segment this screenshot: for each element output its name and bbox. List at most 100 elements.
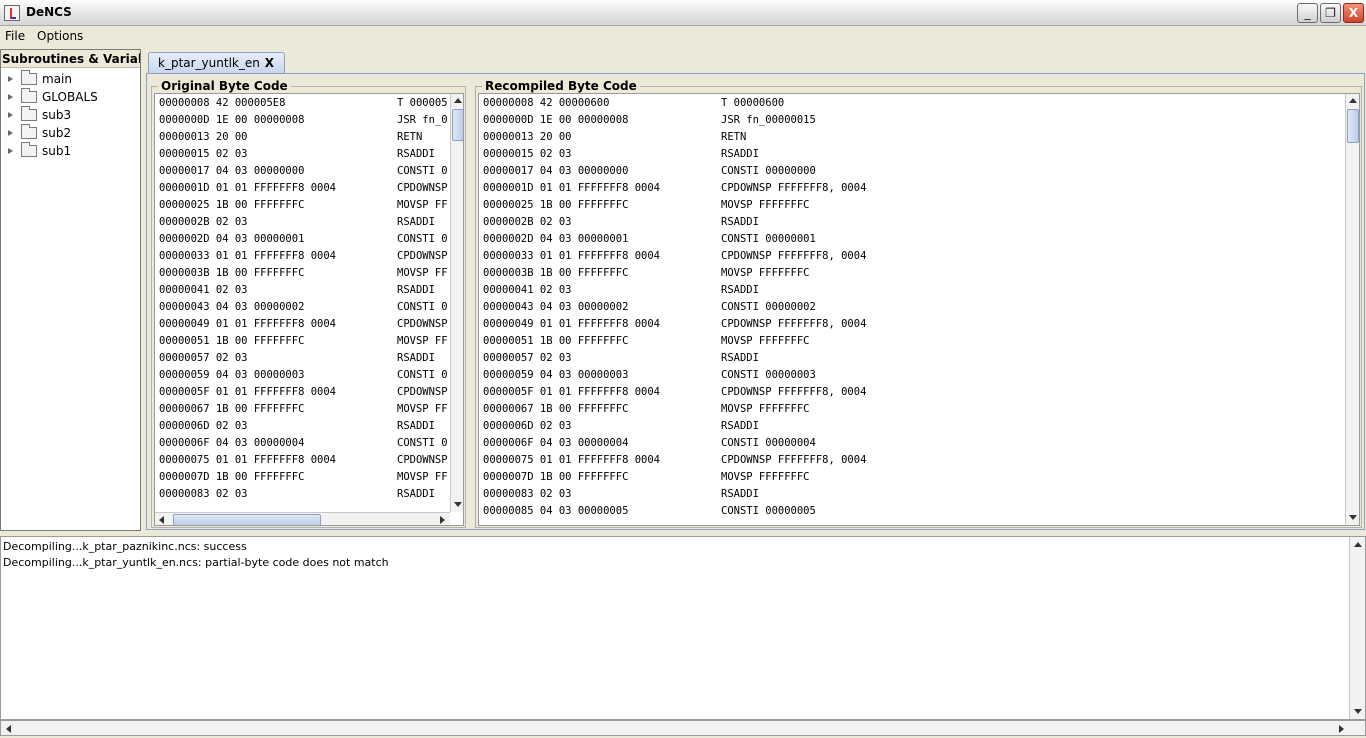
scroll-thumb[interactable] bbox=[1347, 109, 1359, 143]
minimize-button[interactable]: _ bbox=[1297, 3, 1318, 23]
title-bar: DeNCS _ ❐ X bbox=[0, 0, 1366, 26]
bytecode-instruction: MOVSP FF bbox=[397, 267, 448, 279]
bytecode-address: 00000033 01 01 FFFFFFF8 0004 bbox=[159, 250, 337, 262]
scroll-thumb[interactable] bbox=[452, 109, 463, 141]
expand-handle-icon[interactable] bbox=[7, 92, 17, 102]
bytecode-instruction: RSADDI bbox=[721, 420, 759, 432]
bytecode-address: 00000043 04 03 00000002 bbox=[159, 301, 305, 313]
scroll-down-arrow-icon[interactable] bbox=[451, 497, 463, 511]
window-title: DeNCS bbox=[26, 5, 72, 19]
tree-item-sub1[interactable]: sub1 bbox=[7, 141, 71, 159]
folder-icon bbox=[21, 69, 37, 85]
subroutines-tree-panel: Subroutines & Variables main GLOBALS sub… bbox=[0, 49, 141, 531]
editor-tab-area: k_ptar_yuntlk_en X Original Byte Code 00… bbox=[145, 49, 1366, 531]
bytecode-instruction: RSADDI bbox=[397, 148, 435, 160]
folder-icon bbox=[21, 87, 37, 103]
scroll-right-arrow-icon[interactable] bbox=[435, 513, 449, 525]
scroll-left-arrow-icon[interactable] bbox=[2, 722, 16, 736]
bytecode-instruction: MOVSP FFFFFFFC bbox=[721, 335, 810, 347]
scroll-left-arrow-icon[interactable] bbox=[155, 513, 169, 525]
bytecode-address: 00000049 01 01 FFFFFFF8 0004 bbox=[159, 318, 337, 330]
bytecode-instruction: CONSTI 00000005 bbox=[721, 505, 816, 517]
tree-item-label: main bbox=[42, 71, 72, 86]
menu-bar: File Options bbox=[0, 26, 1366, 47]
log-line: Decompiling...k_ptar_yuntlk_en.ncs: part… bbox=[3, 556, 389, 569]
log-vertical-scrollbar[interactable] bbox=[1349, 537, 1365, 719]
bytecode-address: 0000006D 02 03 bbox=[483, 420, 572, 432]
tab-k-ptar-yuntlk-en[interactable]: k_ptar_yuntlk_en X bbox=[148, 52, 285, 73]
tree-item-main[interactable]: main bbox=[7, 69, 72, 87]
folder-icon bbox=[21, 123, 37, 139]
recompiled-bytecode-view[interactable]: 00000008 42 00000600 T 00000600 0000000D 1… bbox=[478, 93, 1360, 526]
scroll-down-arrow-icon[interactable] bbox=[1351, 704, 1365, 718]
original-horizontal-scrollbar[interactable] bbox=[155, 512, 450, 525]
tree-item-globals[interactable]: GLOBALS bbox=[7, 87, 98, 105]
bytecode-instruction: CPDOWNSP bbox=[397, 386, 448, 398]
bytecode-address: 00000057 02 03 bbox=[159, 352, 248, 364]
original-vertical-scrollbar[interactable] bbox=[450, 94, 463, 512]
bytecode-instruction: T 00000600 bbox=[721, 97, 785, 109]
original-bytecode-title: Original Byte Code bbox=[158, 79, 291, 93]
scroll-thumb-horizontal[interactable] bbox=[173, 514, 321, 525]
close-button[interactable]: X bbox=[1343, 3, 1364, 23]
bytecode-address: 00000085 04 03 00000005 bbox=[483, 505, 629, 517]
bytecode-address: 0000000D 1E 00 00000008 bbox=[483, 114, 629, 126]
scroll-down-arrow-icon[interactable] bbox=[1346, 510, 1359, 524]
expand-handle-icon[interactable] bbox=[7, 110, 17, 120]
bytecode-instruction: MOVSP FFFFFFFC bbox=[721, 403, 810, 415]
bytecode-address: 00000008 42 000005E8 bbox=[159, 97, 286, 109]
bytecode-address: 0000005F 01 01 FFFFFFF8 0004 bbox=[159, 386, 337, 398]
expand-handle-icon[interactable] bbox=[7, 128, 17, 138]
bytecode-instruction: RSADDI bbox=[721, 284, 759, 296]
folder-icon bbox=[21, 105, 37, 121]
bytecode-instruction: RSADDI bbox=[397, 488, 435, 500]
bytecode-address: 00000057 02 03 bbox=[483, 352, 572, 364]
bytecode-instruction: CONSTI 00000001 bbox=[721, 233, 816, 245]
bytecode-address: 0000003B 1B 00 FFFFFFFC bbox=[159, 267, 305, 279]
restore-button[interactable]: ❐ bbox=[1320, 3, 1341, 23]
scroll-right-arrow-icon[interactable] bbox=[1334, 722, 1348, 736]
bytecode-instruction: CONSTI 00000000 bbox=[721, 165, 816, 177]
tab-close-button[interactable]: X bbox=[265, 56, 274, 70]
bytecode-address: 00000059 04 03 00000003 bbox=[483, 369, 629, 381]
bytecode-instruction: RSADDI bbox=[397, 284, 435, 296]
log-line: Decompiling...k_ptar_paznikinc.ncs: succ… bbox=[3, 540, 247, 553]
bytecode-instruction: T 000005 bbox=[397, 97, 448, 109]
bytecode-instruction: CPDOWNSP bbox=[397, 454, 448, 466]
bytecode-instruction: CONSTI 00000003 bbox=[721, 369, 816, 381]
bytecode-address: 0000002D 04 03 00000001 bbox=[483, 233, 629, 245]
scroll-up-arrow-icon[interactable] bbox=[1346, 94, 1359, 108]
log-horizontal-scrollbar[interactable] bbox=[0, 720, 1366, 736]
expand-handle-icon[interactable] bbox=[7, 74, 17, 84]
bytecode-address: 0000006D 02 03 bbox=[159, 420, 248, 432]
tree-header: Subroutines & Variables bbox=[1, 50, 140, 68]
bytecode-instruction: CONSTI 0 bbox=[397, 369, 448, 381]
bytecode-address: 00000075 01 01 FFFFFFF8 0004 bbox=[483, 454, 661, 466]
menu-options[interactable]: Options bbox=[37, 29, 83, 43]
bytecode-address: 00000017 04 03 00000000 bbox=[159, 165, 305, 177]
bytecode-instruction: CPDOWNSP FFFFFFF8, 0004 bbox=[721, 386, 867, 398]
bytecode-instruction: CONSTI 00000002 bbox=[721, 301, 816, 313]
bytecode-address: 00000083 02 03 bbox=[483, 488, 572, 500]
tree-item-sub3[interactable]: sub3 bbox=[7, 105, 71, 123]
recompiled-vertical-scrollbar[interactable] bbox=[1345, 94, 1359, 525]
expand-handle-icon[interactable] bbox=[7, 146, 17, 156]
bytecode-address: 0000002D 04 03 00000001 bbox=[159, 233, 305, 245]
bytecode-instruction: RSADDI bbox=[721, 216, 759, 228]
bytecode-address: 00000075 01 01 FFFFFFF8 0004 bbox=[159, 454, 337, 466]
bytecode-address: 0000000D 1E 00 00000008 bbox=[159, 114, 305, 126]
bytecode-address: 00000008 42 00000600 bbox=[483, 97, 610, 109]
tree-item-sub2[interactable]: sub2 bbox=[7, 123, 71, 141]
bytecode-address: 0000001D 01 01 FFFFFFF8 0004 bbox=[483, 182, 661, 194]
scroll-up-arrow-icon[interactable] bbox=[451, 94, 463, 108]
bytecode-address: 00000043 04 03 00000002 bbox=[483, 301, 629, 313]
bytecode-instruction: RSADDI bbox=[721, 488, 759, 500]
log-output-panel[interactable]: Decompiling...k_ptar_paznikinc.ncs: succ… bbox=[0, 536, 1366, 720]
bytecode-instruction: CPDOWNSP FFFFFFF8, 0004 bbox=[721, 182, 867, 194]
bytecode-address: 00000059 04 03 00000003 bbox=[159, 369, 305, 381]
scroll-up-arrow-icon[interactable] bbox=[1351, 538, 1365, 552]
original-bytecode-view[interactable]: 00000008 42 000005E8 T 000005 0000000D 1E … bbox=[154, 93, 464, 526]
menu-file[interactable]: File bbox=[5, 29, 25, 43]
bytecode-address: 0000001D 01 01 FFFFFFF8 0004 bbox=[159, 182, 337, 194]
bytecode-instruction: CONSTI 00000004 bbox=[721, 437, 816, 449]
